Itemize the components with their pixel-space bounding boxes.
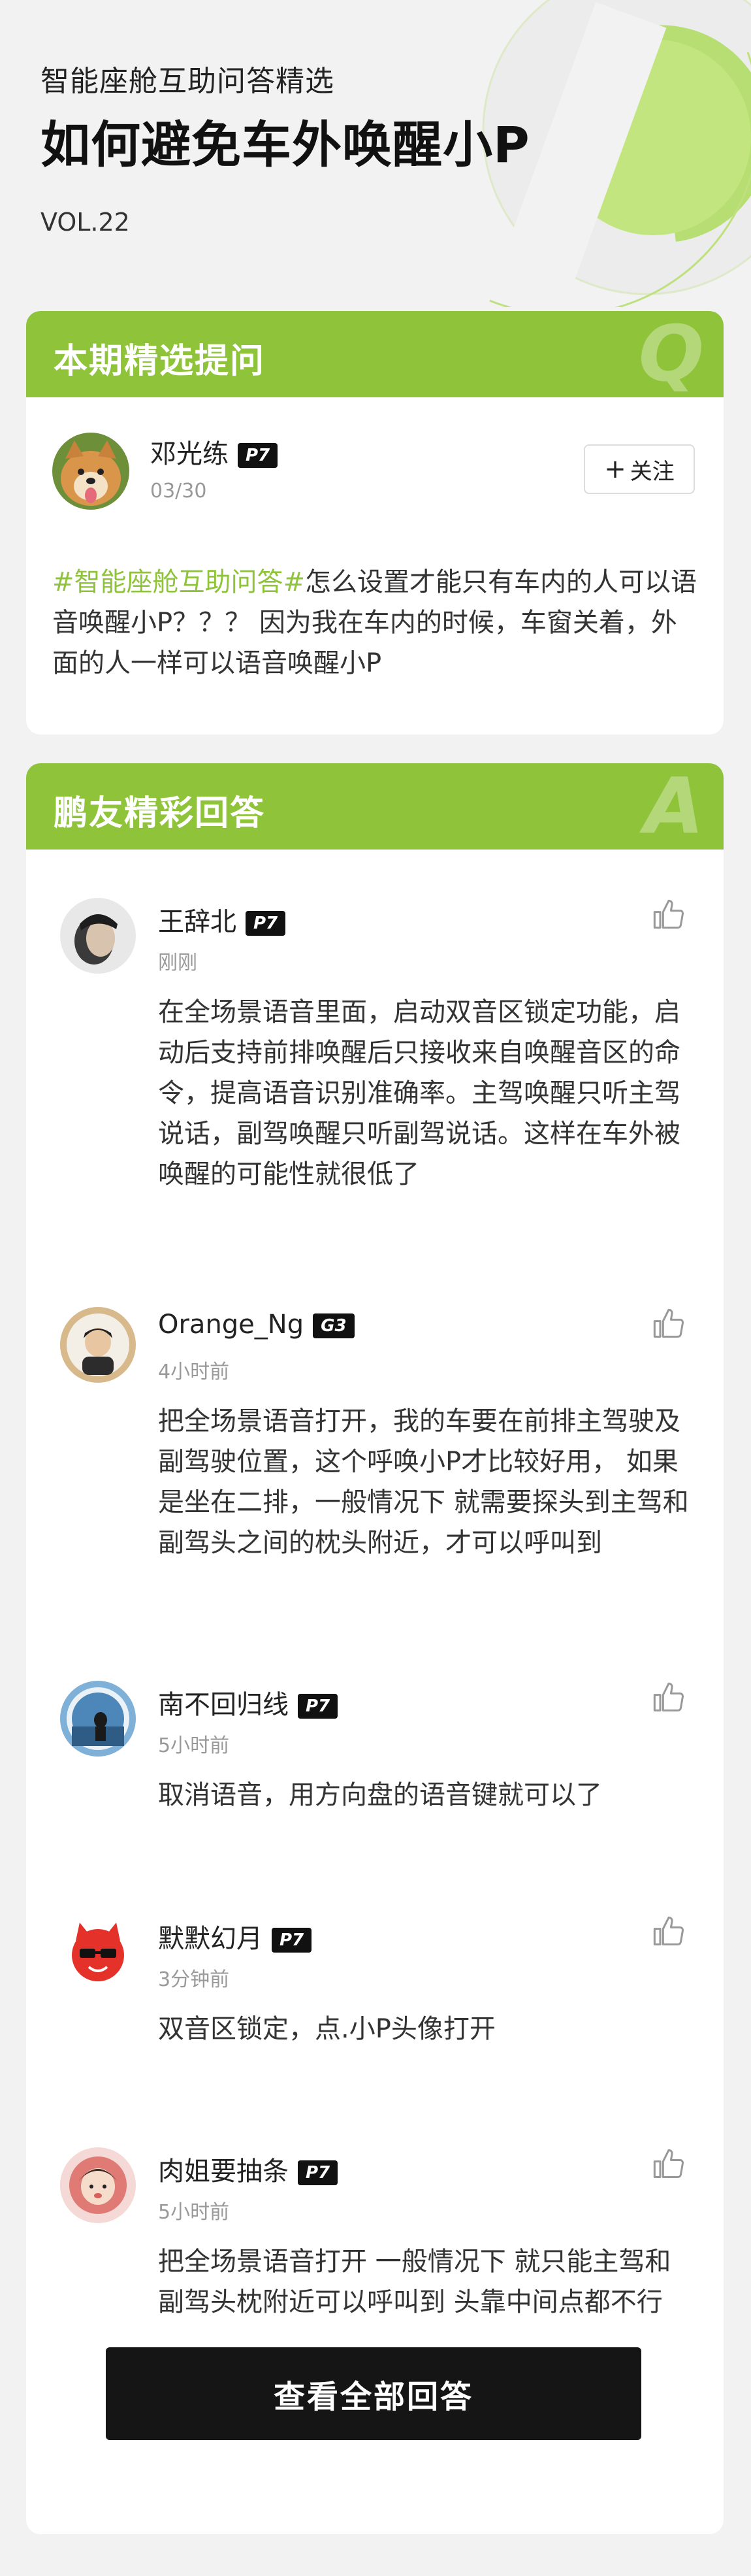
- a-letter-decoration: A: [644, 763, 704, 851]
- answer-user-name[interactable]: 肉姐要抽条 P7: [158, 2150, 338, 2188]
- asker-name[interactable]: 邓光练 P7: [150, 433, 278, 471]
- thumbs-up-icon[interactable]: [652, 1915, 686, 1951]
- answer-text: 取消语音，用方向盘的语音键就可以了: [158, 1780, 602, 1810]
- answer-card-header: 鹏友精彩回答 A: [26, 763, 724, 850]
- question-time: 03/30: [150, 480, 207, 503]
- car-model-badge: P7: [238, 443, 278, 468]
- hero-title: 如何避免车外唤醒小P: [40, 116, 530, 174]
- follow-button[interactable]: + 关注: [584, 444, 695, 494]
- answer-item: Orange_Ng G3 4小时前 把全场景语音打开，我的车要在前排主驾驶及副驾驶…: [26, 1307, 724, 1647]
- user-name-text: 默默幻月: [158, 1924, 263, 1954]
- shiba-dog-avatar[interactable]: [52, 433, 129, 510]
- q-letter-decoration: Q: [638, 311, 704, 399]
- user-name-text: Orange_Ng: [158, 1310, 304, 1340]
- thumbs-up-icon[interactable]: [652, 898, 686, 934]
- user-avatar[interactable]: [60, 1915, 136, 1990]
- answer-time: 5小时前: [158, 2201, 230, 2224]
- answer-card-title: 鹏友精彩回答: [54, 794, 266, 833]
- question-card-title: 本期精选提问: [54, 342, 266, 381]
- answer-text: 在全场景语音里面，启动双音区锁定功能，启动后支持前排唤醒后只接收来自唤醒音区的命…: [158, 997, 680, 1189]
- question-card-header: 本期精选提问 Q: [26, 311, 724, 397]
- answer-item: 王辞北 P7 刚刚 在全场景语音里面，启动双音区锁定功能，启动后支持前排唤醒后只接…: [26, 898, 724, 1264]
- answer-time: 刚刚: [158, 951, 197, 974]
- thumbs-up-icon[interactable]: [652, 1681, 686, 1717]
- answer-text: 把全场景语音打开，我的车要在前排主驾驶及副驾驶位置，这个呼唤小P才比较好用， 如…: [158, 1406, 689, 1558]
- thumbs-up-icon[interactable]: [652, 1307, 686, 1344]
- car-model-badge: G3: [313, 1313, 355, 1338]
- user-avatar[interactable]: [60, 1307, 136, 1383]
- volume-number: VOL.22: [40, 208, 130, 237]
- answer-user-name[interactable]: Orange_Ng G3: [158, 1310, 355, 1340]
- answer-text: 双音区锁定，点.小P头像打开: [158, 2014, 496, 2044]
- view-all-answers-button[interactable]: 查看全部回答: [106, 2347, 641, 2440]
- answer-user-name[interactable]: 南不回归线 P7: [158, 1683, 338, 1721]
- hashtag-link[interactable]: #智能座舱互助问答#: [52, 567, 305, 597]
- user-avatar[interactable]: [60, 1681, 136, 1757]
- car-model-badge: P7: [272, 1928, 312, 1953]
- user-name-text: 王辞北: [158, 907, 236, 937]
- answer-item: 南不回归线 P7 5小时前 取消语音，用方向盘的语音键就可以了: [26, 1681, 724, 1851]
- user-avatar[interactable]: [60, 898, 136, 974]
- asker-name-text: 邓光练: [150, 439, 229, 469]
- user-name-text: 肉姐要抽条: [158, 2156, 289, 2187]
- answer-time: 3分钟前: [158, 1968, 230, 1991]
- answer-user-name[interactable]: 王辞北 P7: [158, 900, 286, 938]
- question-text: #智能座舱互助问答#怎么设置才能只有车内的人可以语音唤醒小P？？？ 因为我在车内…: [52, 562, 699, 684]
- answer-item: 肉姐要抽条 P7 5小时前 把全场景语音打开 一般情况下 就只能主驾和副驾头枕附近…: [26, 2147, 724, 2370]
- answer-card: 鹏友精彩回答 A 王辞北 P7 刚刚 在全场景语音里面，启动双音区锁定功能，启动后…: [26, 763, 724, 2534]
- answer-time: 4小时前: [158, 1361, 230, 1383]
- thumbs-up-icon[interactable]: [652, 2147, 686, 2184]
- hero-subtitle: 智能座舱互助问答精选: [40, 65, 334, 98]
- answer-item: 默默幻月 P7 3分钟前 双音区锁定，点.小P头像打开: [26, 1915, 724, 2085]
- follow-label: 关注: [630, 458, 675, 485]
- hero-banner: 智能座舱互助问答精选 如何避免车外唤醒小P VOL.22: [0, 0, 751, 307]
- plus-icon: +: [604, 454, 626, 484]
- car-model-badge: P7: [298, 2160, 338, 2185]
- answer-text: 把全场景语音打开 一般情况下 就只能主驾和副驾头枕附近可以呼叫到 头靠中间点都不…: [158, 2247, 671, 2317]
- user-name-text: 南不回归线: [158, 1690, 289, 1720]
- answer-user-name[interactable]: 默默幻月 P7: [158, 1917, 312, 1955]
- car-model-badge: P7: [298, 1694, 338, 1719]
- car-model-badge: P7: [246, 911, 286, 936]
- user-avatar[interactable]: [60, 2147, 136, 2223]
- answer-time: 5小时前: [158, 1734, 230, 1757]
- question-card: 本期精选提问 Q 邓光练 P7 03/30 + 关注 #智能座舱互助问答#怎么设置…: [26, 311, 724, 735]
